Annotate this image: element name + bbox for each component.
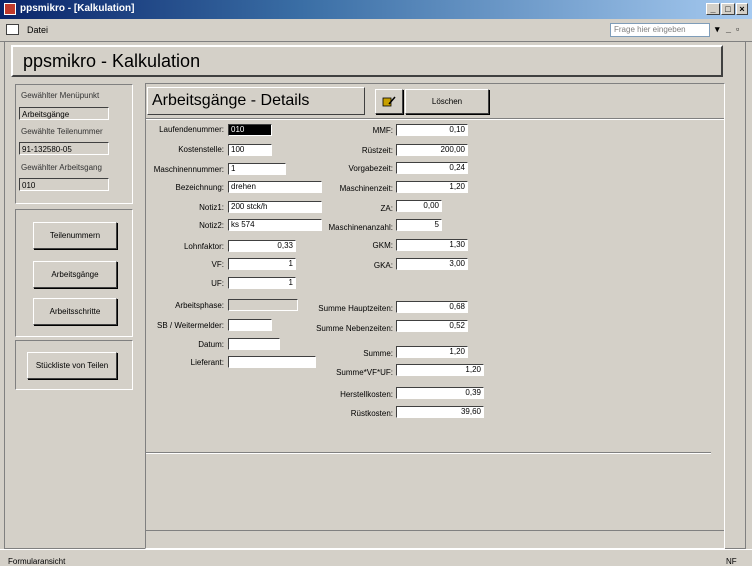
teilenummern-button[interactable]: Teilenummern xyxy=(33,222,117,249)
notiz1-input[interactable]: 200 stck/h xyxy=(228,201,322,213)
field-label: Vorgabezeit: xyxy=(348,164,393,173)
mmf-input[interactable]: 0,10 xyxy=(396,124,468,136)
delete-button[interactable]: Löschen xyxy=(405,89,489,114)
summe-vf-uf-field[interactable]: 1,20 xyxy=(396,364,484,376)
separator xyxy=(146,118,724,120)
kostenstelle-input[interactable]: 100 xyxy=(228,144,272,156)
maschinennummer-input[interactable]: 1 xyxy=(228,163,286,175)
bezeichnung-input[interactable]: drehen xyxy=(228,181,322,193)
selected-part-label: Gewählte Teilenummer xyxy=(21,127,103,136)
field-label: VF: xyxy=(211,260,224,269)
lohnfaktor-input[interactable]: 0,33 xyxy=(228,240,296,252)
field-label: Summe: xyxy=(363,349,393,358)
separator xyxy=(146,530,724,531)
arbeitsschritte-button[interactable]: Arbeitsschritte xyxy=(33,298,117,325)
field-label: Maschinennummer: xyxy=(153,165,224,174)
gka-input[interactable]: 3,00 xyxy=(396,258,468,270)
uf-input[interactable]: 1 xyxy=(228,277,296,289)
doc-minimize-button[interactable]: _ xyxy=(726,24,731,34)
edit-record-icon[interactable] xyxy=(375,89,403,114)
field-label: GKA: xyxy=(373,261,393,270)
vorgabezeit-input[interactable]: 0,24 xyxy=(396,162,468,174)
close-button[interactable]: × xyxy=(736,3,748,15)
field-label: Laufendenummer: xyxy=(159,125,224,134)
ruestkosten-field[interactable]: 39,60 xyxy=(396,406,484,418)
field-label: Notiz1: xyxy=(199,203,224,212)
za-input[interactable]: 0,00 xyxy=(396,200,442,212)
details-title: Arbeitsgänge - Details xyxy=(152,92,310,109)
field-label: UF: xyxy=(211,279,224,288)
details-title-box: Arbeitsgänge - Details xyxy=(147,87,365,115)
status-bar: Formularansicht NF xyxy=(0,549,752,566)
ask-dropdown-icon[interactable]: ▾ xyxy=(715,24,720,35)
arbeitsgaenge-button[interactable]: Arbeitsgänge xyxy=(33,261,117,288)
vf-input[interactable]: 1 xyxy=(228,258,296,270)
field-label: Herstellkosten: xyxy=(340,390,393,399)
laufendenummer-input[interactable]: 010 xyxy=(228,124,272,136)
field-label: Maschinenzeit: xyxy=(339,184,393,193)
selected-menu-field: Arbeitsgänge xyxy=(19,107,109,120)
field-label: Rüstzeit: xyxy=(361,146,393,155)
field-label: Summe Nebenzeiten: xyxy=(316,324,393,333)
stueckliste-button[interactable]: Stückliste von Teilen xyxy=(27,352,117,379)
selected-menu-label: Gewählter Menüpunkt xyxy=(21,91,100,100)
field-label: ZA: xyxy=(380,204,393,213)
page-title: ppsmikro - Kalkulation xyxy=(23,51,201,71)
minimize-button[interactable]: _ xyxy=(706,3,720,15)
field-label: Summe Hauptzeiten: xyxy=(318,304,393,313)
selected-op-field: 010 xyxy=(19,178,109,191)
window-title: ppsmikro - [Kalkulation] xyxy=(20,3,135,14)
summe-hauptzeiten-field[interactable]: 0,68 xyxy=(396,301,468,313)
app-icon xyxy=(4,3,16,15)
menu-datei[interactable]: Datei xyxy=(27,25,48,35)
field-label: Datum: xyxy=(198,340,224,349)
status-text: Formularansicht xyxy=(8,557,66,566)
ask-question-input[interactable]: Frage hier eingeben xyxy=(610,23,710,37)
datum-input[interactable] xyxy=(228,338,280,350)
field-label: Notiz2: xyxy=(199,221,224,230)
field-label: SB / Weitermelder: xyxy=(157,321,224,330)
herstellkosten-field[interactable]: 0,39 xyxy=(396,387,484,399)
field-label: Summe*VF*UF: xyxy=(336,368,393,377)
summe-field[interactable]: 1,20 xyxy=(396,346,468,358)
form-menu-icon[interactable] xyxy=(6,24,19,35)
field-label: Lohnfaktor: xyxy=(183,242,224,251)
maschinenanzahl-input[interactable]: 5 xyxy=(396,219,442,231)
menu-bar: Datei Frage hier eingeben ▾ _ ▫ xyxy=(0,19,752,42)
field-label: Arbeitsphase: xyxy=(175,301,224,310)
maschinenzeit-input[interactable]: 1,20 xyxy=(396,181,468,193)
selected-part-field: 91-132580-05 xyxy=(19,142,109,155)
maximize-button[interactable]: □ xyxy=(721,3,735,15)
title-bar: ppsmikro - [Kalkulation] _ □ × xyxy=(0,0,752,19)
doc-restore-button[interactable]: ▫ xyxy=(736,24,739,34)
notiz2-input[interactable]: ks 574 xyxy=(228,219,322,231)
selected-op-label: Gewählter Arbeitsgang xyxy=(21,163,102,172)
form-header: ppsmikro - Kalkulation xyxy=(11,45,723,77)
arbeitsphase-input[interactable] xyxy=(228,299,298,311)
numlock-indicator: NF xyxy=(726,557,737,566)
field-label: Maschinenanzahl: xyxy=(328,223,393,232)
field-label: Lieferant: xyxy=(190,358,224,367)
field-label: Bezeichnung: xyxy=(175,183,224,192)
field-label: Rüstkosten: xyxy=(350,409,393,418)
separator xyxy=(146,452,711,454)
gkm-input[interactable]: 1,30 xyxy=(396,239,468,251)
field-label: MMF: xyxy=(372,126,393,135)
ruestzeit-input[interactable]: 200,00 xyxy=(396,144,468,156)
summe-nebenzeiten-field[interactable]: 0,52 xyxy=(396,320,468,332)
field-label: Kostenstelle: xyxy=(178,145,224,154)
field-label: GKM: xyxy=(372,241,393,250)
sb-weitermelder-input[interactable] xyxy=(228,319,272,331)
